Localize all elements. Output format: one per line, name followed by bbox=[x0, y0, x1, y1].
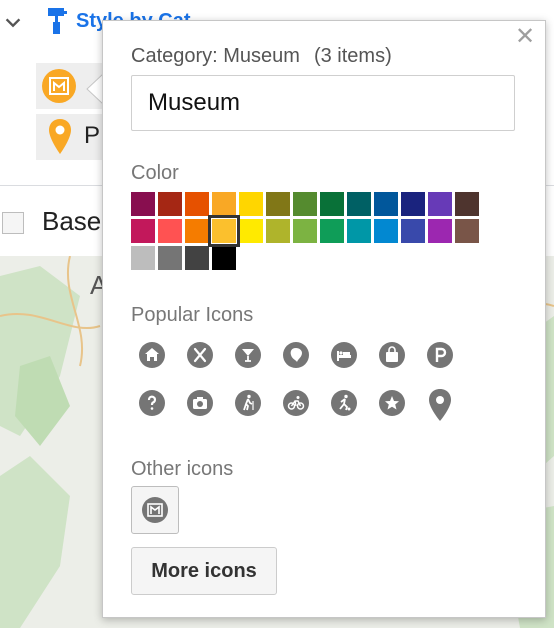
category-row-label: P bbox=[84, 122, 101, 149]
hotel-icon[interactable] bbox=[331, 342, 357, 368]
shopping-icon[interactable] bbox=[379, 342, 405, 368]
base-map-toggle[interactable] bbox=[2, 212, 24, 234]
swatch-row bbox=[131, 215, 479, 247]
color-swatch[interactable] bbox=[239, 219, 263, 243]
color-swatch[interactable] bbox=[455, 219, 479, 243]
color-swatch[interactable] bbox=[266, 192, 290, 216]
color-swatch[interactable] bbox=[185, 246, 209, 270]
popup-title: Category: Museum (3 items) bbox=[131, 45, 392, 68]
color-swatch[interactable] bbox=[374, 192, 398, 216]
color-palette bbox=[131, 192, 479, 273]
place-pin-icon[interactable] bbox=[48, 118, 72, 156]
other-icons-label: Other icons bbox=[131, 458, 234, 480]
color-swatch[interactable] bbox=[131, 219, 155, 243]
item-count: (3 items) bbox=[313, 45, 392, 67]
category-name: Category: Museum bbox=[131, 45, 300, 67]
category-style-popup: ✕ Category: Museum (3 items) Color Popula… bbox=[102, 20, 546, 618]
swatch-row bbox=[131, 246, 479, 270]
more-icons-button[interactable]: More icons bbox=[131, 547, 277, 595]
color-section-label: Color bbox=[131, 162, 179, 184]
color-swatch[interactable] bbox=[158, 246, 182, 270]
color-swatch[interactable] bbox=[185, 192, 209, 216]
hiking-icon[interactable] bbox=[235, 390, 261, 416]
cycling-icon[interactable] bbox=[283, 390, 309, 416]
close-icon[interactable]: ✕ bbox=[513, 25, 537, 49]
home-icon[interactable] bbox=[139, 342, 165, 368]
color-swatch[interactable] bbox=[293, 219, 317, 243]
icon-row bbox=[139, 388, 479, 422]
color-swatch[interactable] bbox=[212, 192, 236, 216]
color-swatch[interactable] bbox=[347, 219, 371, 243]
color-swatch[interactable] bbox=[428, 219, 452, 243]
nature-icon[interactable] bbox=[283, 342, 309, 368]
star-icon[interactable] bbox=[379, 390, 405, 416]
popular-icons-label: Popular Icons bbox=[131, 304, 254, 326]
sports-icon[interactable] bbox=[331, 390, 357, 416]
base-map-label: Base bbox=[42, 206, 102, 236]
category-name-input[interactable] bbox=[131, 75, 515, 131]
color-swatch[interactable] bbox=[401, 192, 425, 216]
bar-icon[interactable] bbox=[235, 342, 261, 368]
swatch-row bbox=[131, 192, 479, 216]
color-swatch[interactable] bbox=[239, 192, 263, 216]
color-swatch[interactable] bbox=[428, 192, 452, 216]
paint-roller-icon bbox=[48, 8, 67, 34]
color-swatch[interactable] bbox=[131, 246, 155, 270]
other-icon-museum[interactable] bbox=[131, 486, 179, 534]
color-swatch[interactable] bbox=[158, 219, 182, 243]
chevron-down-icon[interactable] bbox=[2, 12, 24, 34]
color-swatch[interactable] bbox=[374, 219, 398, 243]
color-swatch[interactable] bbox=[455, 192, 479, 216]
museum-category-icon[interactable] bbox=[42, 69, 76, 103]
place-pin-icon[interactable] bbox=[427, 388, 453, 422]
color-swatch[interactable] bbox=[293, 192, 317, 216]
color-swatch[interactable] bbox=[212, 246, 236, 270]
color-swatch[interactable] bbox=[401, 219, 425, 243]
color-swatch[interactable] bbox=[131, 192, 155, 216]
popular-icons-row-2 bbox=[139, 388, 479, 422]
color-swatch[interactable] bbox=[185, 219, 209, 243]
color-swatch[interactable] bbox=[158, 192, 182, 216]
popular-icons-row-1 bbox=[139, 342, 479, 368]
camera-icon[interactable] bbox=[187, 390, 213, 416]
color-swatch[interactable] bbox=[208, 215, 240, 247]
color-swatch[interactable] bbox=[320, 219, 344, 243]
parking-icon[interactable] bbox=[427, 342, 453, 368]
color-swatch[interactable] bbox=[320, 192, 344, 216]
help-icon[interactable] bbox=[139, 390, 165, 416]
color-swatch[interactable] bbox=[266, 219, 290, 243]
icon-row bbox=[139, 342, 479, 368]
color-swatch[interactable] bbox=[347, 192, 371, 216]
restaurant-icon[interactable] bbox=[187, 342, 213, 368]
museum-icon bbox=[142, 497, 168, 523]
